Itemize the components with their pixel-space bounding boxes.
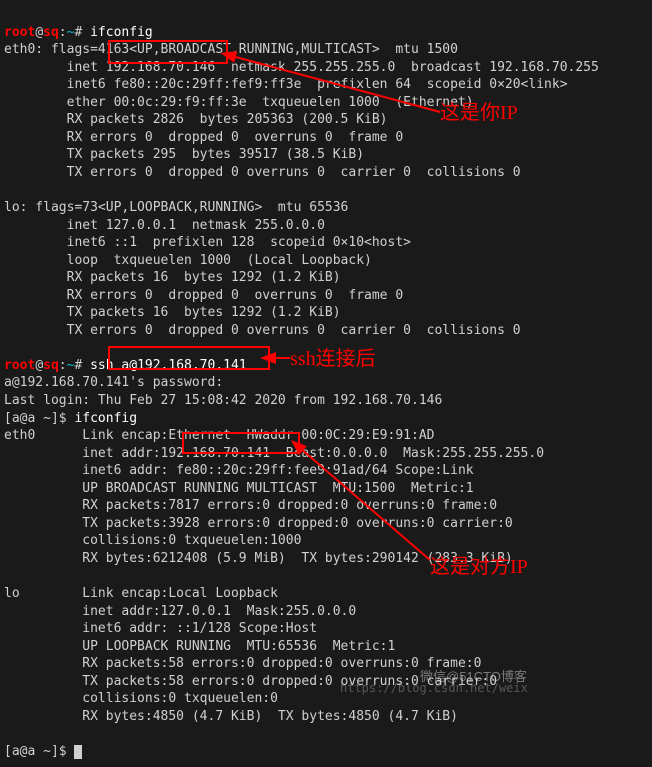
eth0-line: RX errors 0 dropped 0 overruns 0 frame 0 <box>4 130 403 145</box>
prompt-user: root <box>4 25 35 40</box>
eth0-line: inet 192.168.70.146 netmask 255.255.255.… <box>4 60 599 75</box>
eth0b-line: TX packets:3928 errors:0 dropped:0 overr… <box>4 516 513 531</box>
eth0-line: RX packets 2826 bytes 205363 (200.5 KiB) <box>4 112 388 127</box>
lo-line: RX errors 0 dropped 0 overruns 0 frame 0 <box>4 288 403 303</box>
eth0-line: TX packets 295 bytes 39517 (38.5 KiB) <box>4 147 364 162</box>
lo-line: TX packets 16 bytes 1292 (1.2 KiB) <box>4 305 341 320</box>
lo-line: RX packets 16 bytes 1292 (1.2 KiB) <box>4 270 341 285</box>
terminal-output: root@sq:~# ifconfig eth0: flags=4163<UP,… <box>0 0 652 767</box>
prompt-user2: [a@a ~]$ <box>4 411 74 426</box>
cmd-ifconfig[interactable]: ifconfig <box>90 25 153 40</box>
watermark-csdn: https://blog.csdn.net/weix <box>340 680 528 696</box>
lob-line: RX packets:58 errors:0 dropped:0 overrun… <box>4 656 481 671</box>
ssh-line: Last login: Thu Feb 27 15:08:42 2020 fro… <box>4 393 442 408</box>
lo-line: loop txqueuelen 1000 (Local Loopback) <box>4 253 372 268</box>
lob-line: RX bytes:4850 (4.7 KiB) TX bytes:4850 (4… <box>4 709 458 724</box>
eth0b-line: collisions:0 txqueuelen:1000 <box>4 533 301 548</box>
cmd-ssh[interactable]: ssh a@192.168.70.141 <box>90 358 247 373</box>
eth0b-line: RX bytes:6212408 (5.9 MiB) TX bytes:2901… <box>4 551 513 566</box>
eth0b-line: inet6 addr: fe80::20c:29ff:fee9:91ad/64 … <box>4 463 474 478</box>
eth0-line: ether 00:0c:29:f9:ff:3e txqueuelen 1000 … <box>4 95 474 110</box>
lob-line: inet addr:127.0.0.1 Mask:255.0.0.0 <box>4 604 356 619</box>
prompt-user3: [a@a ~]$ <box>4 744 74 759</box>
lo-line: TX errors 0 dropped 0 overruns 0 carrier… <box>4 323 521 338</box>
eth0b-line: UP BROADCAST RUNNING MULTICAST MTU:1500 … <box>4 481 474 496</box>
eth0b-line: inet addr:192.168.70.141 Bcast:0.0.0.0 M… <box>4 446 544 461</box>
ssh-line: a@192.168.70.141's password: <box>4 375 223 390</box>
eth0-line: inet6 fe80::20c:29ff:fef9:ff3e prefixlen… <box>4 77 568 92</box>
lo-line: inet 127.0.0.1 netmask 255.0.0.0 <box>4 218 325 233</box>
eth0-line: TX errors 0 dropped 0 overruns 0 carrier… <box>4 165 521 180</box>
lob-line: inet6 addr: ::1/128 Scope:Host <box>4 621 317 636</box>
lob-line: lo Link encap:Local Loopback <box>4 586 278 601</box>
lo-line: lo: flags=73<UP,LOOPBACK,RUNNING> mtu 65… <box>4 200 348 215</box>
cmd-ifconfig-2[interactable]: ifconfig <box>74 411 137 426</box>
lob-line: collisions:0 txqueuelen:0 <box>4 691 278 706</box>
lob-line: UP LOOPBACK RUNNING MTU:65536 Metric:1 <box>4 639 395 654</box>
cursor-icon[interactable] <box>74 745 82 759</box>
eth0-line: eth0: flags=4163<UP,BROADCAST,RUNNING,MU… <box>4 42 458 57</box>
eth0b-line: RX packets:7817 errors:0 dropped:0 overr… <box>4 498 497 513</box>
prompt-host: sq <box>43 25 59 40</box>
lo-line: inet6 ::1 prefixlen 128 scopeid 0×10<hos… <box>4 235 411 250</box>
eth0b-line: eth0 Link encap:Ethernet HWaddr 00:0C:29… <box>4 428 434 443</box>
